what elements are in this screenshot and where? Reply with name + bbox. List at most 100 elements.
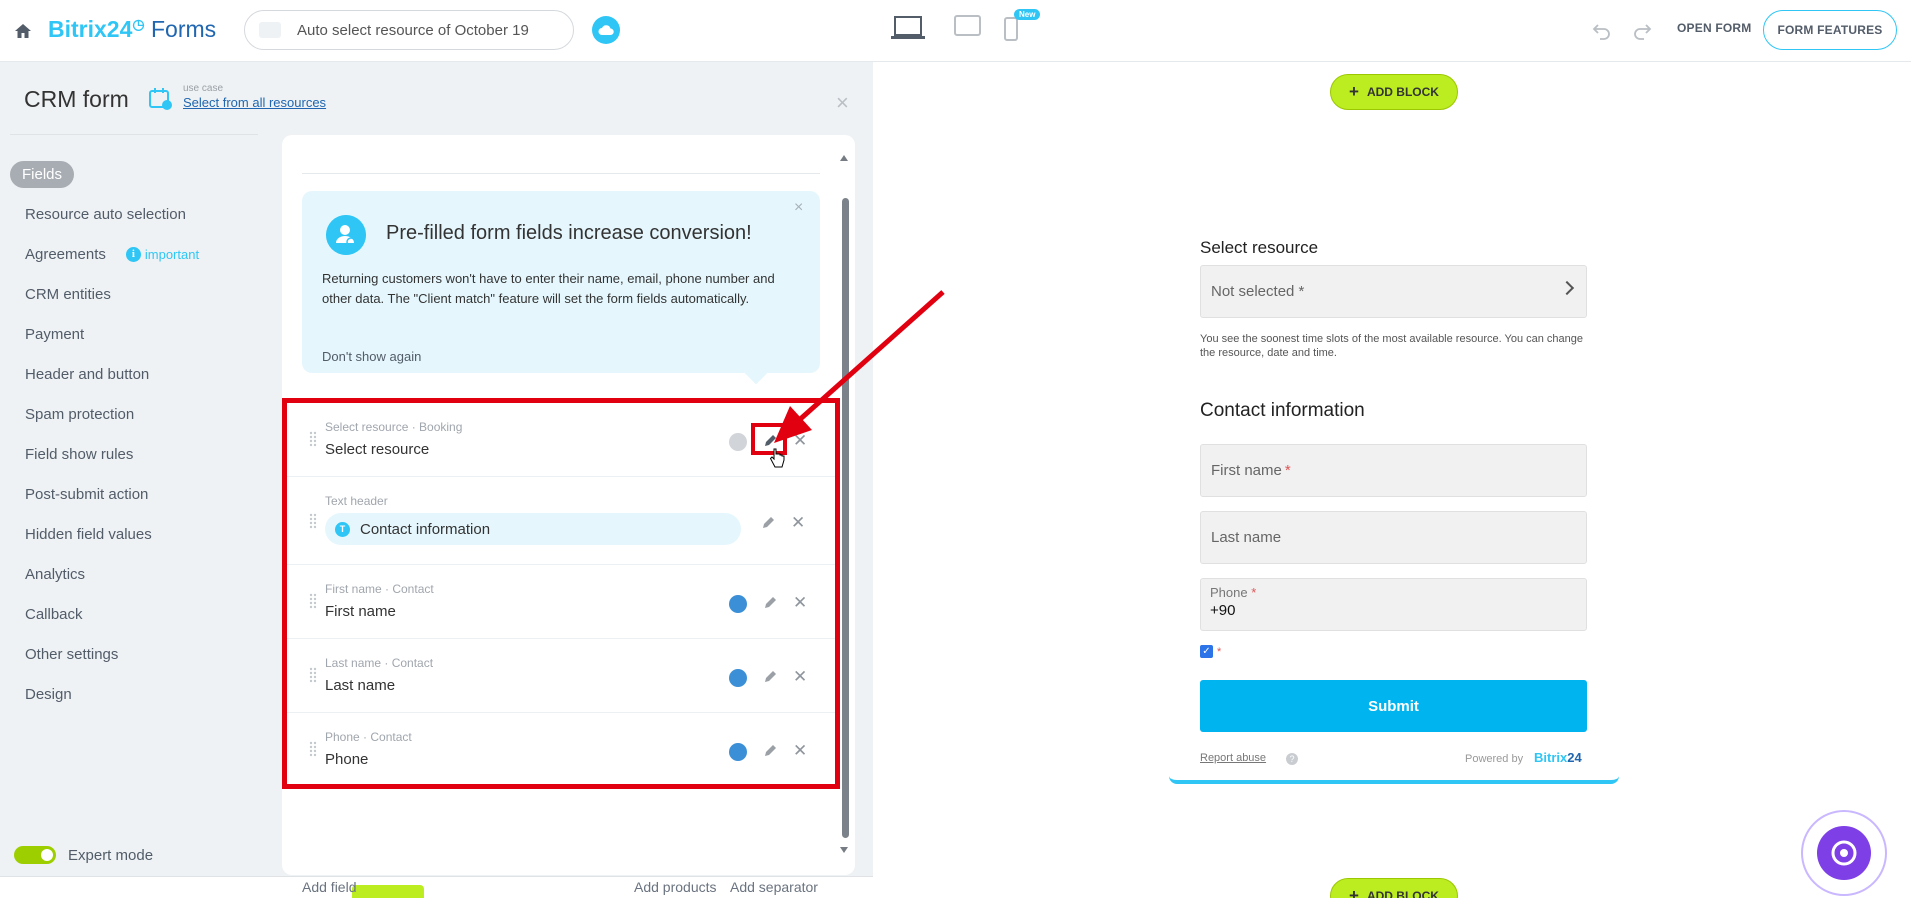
pencil-icon[interactable]: [762, 595, 778, 611]
settings-nav: Fields Resource auto selection Agreement…: [10, 154, 260, 714]
assistant-icon: [1817, 826, 1871, 880]
delete-icon[interactable]: ✕: [793, 667, 807, 687]
settings-panel: CRM form use case Select from all resour…: [0, 62, 873, 898]
logo[interactable]: Bitrix24◷ Forms: [48, 16, 216, 43]
logo-clock-icon: ◷: [132, 16, 145, 32]
cloud-save-button[interactable]: [592, 16, 620, 44]
assistant-button[interactable]: [1801, 810, 1887, 896]
add-field-link[interactable]: Add field: [302, 879, 356, 895]
nav-item-other-settings[interactable]: Other settings: [10, 634, 260, 674]
field-row-select-resource[interactable]: Select resource · Booking Select resourc…: [287, 403, 835, 477]
nav-item-payment[interactable]: Payment: [10, 314, 260, 354]
nav-item-field-show-rules[interactable]: Field show rules: [10, 434, 260, 474]
form-preview: + ADD BLOCK Select resource Not selected …: [873, 62, 1911, 898]
add-products-link[interactable]: Add products: [634, 879, 717, 895]
drag-handle-icon[interactable]: [309, 667, 317, 683]
field-row-text-header[interactable]: Text header T Contact information ✕: [287, 477, 835, 565]
nav-item-header-and-button[interactable]: Header and button: [10, 354, 260, 394]
nav-item-hidden-field-values[interactable]: Hidden field values: [10, 514, 260, 554]
drag-handle-icon[interactable]: [309, 431, 317, 447]
info-icon: i: [125, 246, 141, 262]
scroll-down-icon[interactable]: [840, 847, 848, 853]
home-icon[interactable]: [14, 22, 32, 40]
delete-icon[interactable]: ✕: [791, 513, 805, 533]
field-row-phone[interactable]: Phone · Contact Phone ✕: [287, 713, 835, 787]
help-icon[interactable]: ?: [1286, 753, 1298, 765]
field-row-last-name[interactable]: Last name · Contact Last name ✕: [287, 639, 835, 713]
pencil-icon[interactable]: [760, 515, 776, 531]
phone-input[interactable]: [1200, 578, 1587, 631]
field-row-first-name[interactable]: First name · Contact First name ✕: [287, 565, 835, 639]
phone-label: Phone *: [1210, 585, 1257, 600]
save-button-edge[interactable]: [352, 885, 424, 898]
divider: [302, 173, 820, 174]
drag-handle-icon[interactable]: [309, 513, 317, 529]
nav-item-analytics[interactable]: Analytics: [10, 554, 260, 594]
important-badge: i important: [125, 246, 199, 262]
field-type: Text header: [325, 494, 388, 508]
expert-mode-label: Expert mode: [68, 846, 154, 864]
pencil-icon[interactable]: [762, 669, 778, 685]
select-resource-label: Select resource: [1200, 238, 1319, 257]
drag-handle-icon[interactable]: [309, 593, 317, 609]
undo-icon[interactable]: [1592, 20, 1612, 40]
contact-heading: Contact information: [1200, 400, 1365, 421]
close-icon[interactable]: ×: [836, 90, 849, 116]
select-resource-dropdown[interactable]: Not selected *: [1200, 265, 1587, 318]
tablet-view-icon[interactable]: [954, 14, 982, 38]
nav-item-agreements[interactable]: Agreements i important: [10, 234, 260, 274]
delete-icon[interactable]: ✕: [793, 741, 807, 761]
add-block-button-bottom[interactable]: + ADD BLOCK: [1330, 878, 1458, 898]
dont-show-again-link[interactable]: Don't show again: [322, 349, 421, 364]
desktop-view-icon[interactable]: [890, 14, 926, 42]
add-separator-link[interactable]: Add separator: [730, 879, 818, 895]
form-features-button[interactable]: FORM FEATURES: [1763, 10, 1897, 50]
delete-icon[interactable]: ✕: [793, 593, 807, 613]
nav-item-fields[interactable]: Fields: [10, 154, 260, 194]
promo-text: Returning customers won't have to enter …: [322, 271, 775, 306]
crm-contact-icon[interactable]: [729, 669, 747, 687]
nav-item-callback[interactable]: Callback: [10, 594, 260, 634]
drag-handle-icon[interactable]: [309, 741, 317, 757]
nav-item-spam-protection[interactable]: Spam protection: [10, 394, 260, 434]
use-case-link[interactable]: Select from all resources: [183, 95, 326, 110]
redo-icon[interactable]: [1632, 20, 1652, 40]
required-mark: *: [1217, 646, 1222, 658]
pencil-icon[interactable]: [762, 743, 778, 759]
open-form-button[interactable]: OPEN FORM: [1677, 21, 1751, 35]
required-mark: *: [1284, 462, 1291, 479]
logo-forms: Forms: [150, 16, 217, 42]
nav-item-design[interactable]: Design: [10, 674, 260, 714]
promo-banner: Pre-filled form fields increase conversi…: [302, 191, 820, 373]
panel-title: CRM form: [24, 86, 129, 112]
last-name-input[interactable]: Last name: [1200, 511, 1587, 564]
close-icon[interactable]: ×: [794, 199, 803, 217]
form-name-text: Auto select resource of October 19: [297, 21, 529, 39]
field-label: Select resource: [325, 441, 430, 458]
scroll-up-icon[interactable]: [840, 155, 848, 161]
fields-card: Pre-filled form fields increase conversi…: [282, 135, 855, 895]
agreement-checkbox[interactable]: ✓: [1200, 645, 1213, 658]
submit-button[interactable]: Submit: [1200, 680, 1587, 732]
form-bottom-border: [1169, 776, 1619, 784]
field-label: First name: [325, 603, 396, 620]
expert-mode-toggle[interactable]: Expert mode: [14, 846, 153, 864]
toggle-switch[interactable]: [14, 846, 56, 864]
crm-contact-icon[interactable]: [729, 595, 747, 613]
bitrix24-brand[interactable]: Bitrix24: [1534, 750, 1582, 765]
phone-value: +90: [1210, 602, 1236, 619]
client-match-icon: [326, 215, 366, 255]
crm-contact-icon[interactable]: [729, 743, 747, 761]
chevron-right-icon: [1559, 280, 1575, 296]
field-type: Phone · Contact: [325, 730, 412, 744]
nav-item-post-submit-action[interactable]: Post-submit action: [10, 474, 260, 514]
add-block-button[interactable]: + ADD BLOCK: [1330, 74, 1458, 110]
nav-item-crm-entities[interactable]: CRM entities: [10, 274, 260, 314]
first-name-input[interactable]: First name *: [1200, 444, 1587, 497]
nav-item-resource-auto-selection[interactable]: Resource auto selection: [10, 194, 260, 234]
crm-link-icon[interactable]: [729, 433, 747, 451]
field-label: Last name: [325, 677, 396, 694]
image-icon: [259, 22, 281, 38]
form-name-input[interactable]: Auto select resource of October 19: [244, 10, 574, 50]
report-abuse-link[interactable]: Report abuse: [1200, 752, 1266, 764]
